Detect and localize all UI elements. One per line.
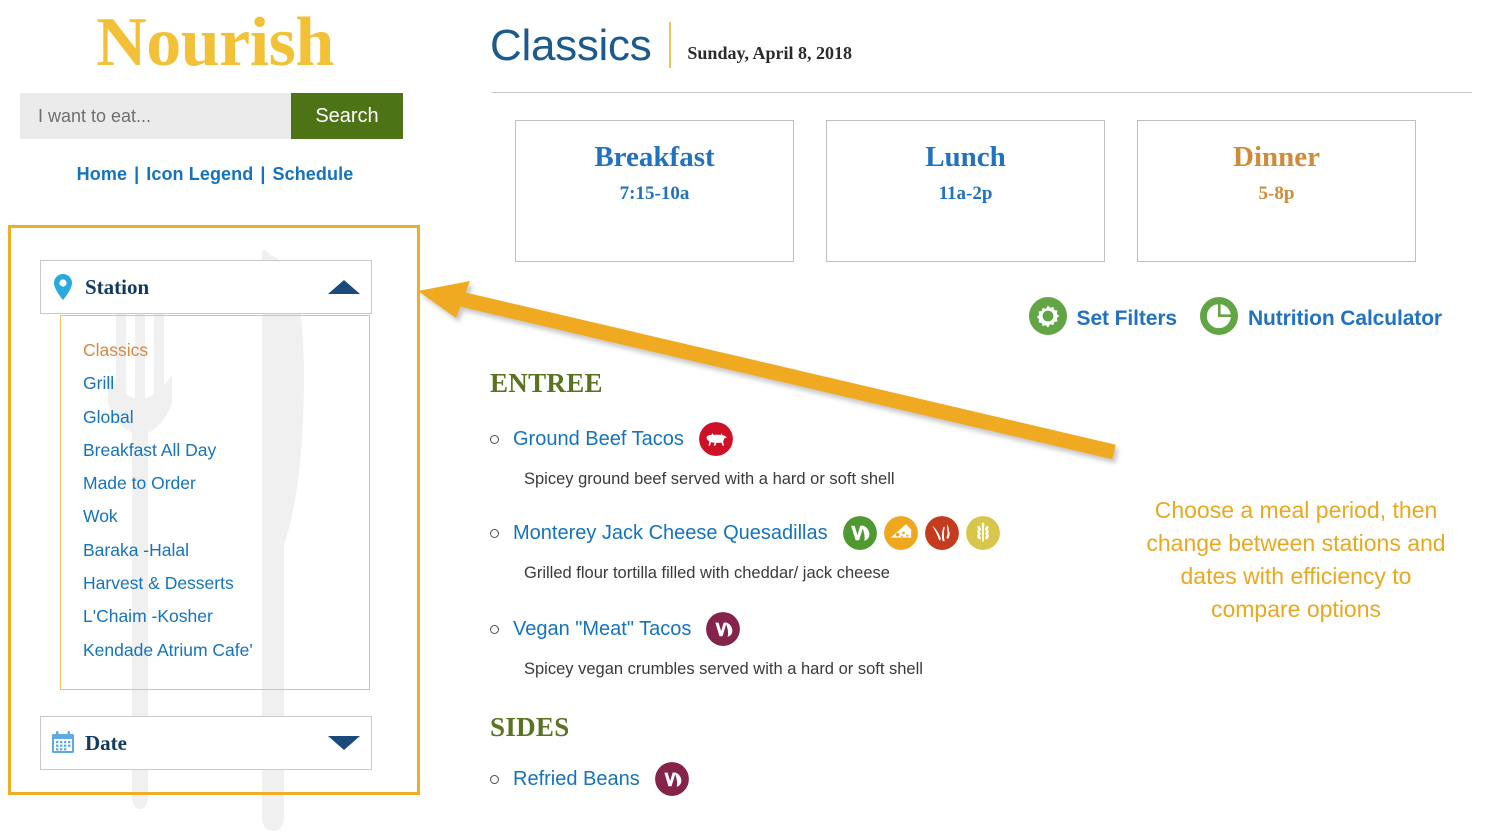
nutrition-calculator-label: Nutrition Calculator	[1247, 306, 1442, 330]
meal-name: Lunch	[925, 141, 1006, 173]
search-button[interactable]: Search	[291, 93, 403, 139]
list-bullet-icon	[490, 528, 499, 538]
diet-icon-group	[842, 516, 1000, 550]
nav-links: Home | Icon Legend | Schedule	[0, 164, 430, 185]
station-options-list: Classics Grill Global Breakfast All Day …	[60, 315, 370, 690]
station-option-breakfast-all-day[interactable]: Breakfast All Day	[83, 434, 369, 467]
page-date: Sunday, April 8, 2018	[687, 43, 852, 63]
date-dropdown-header[interactable]: Date	[40, 716, 372, 770]
page-header: Classics Sunday, April 8, 2018	[490, 22, 852, 68]
meal-card-breakfast[interactable]: Breakfast 7:15-10a	[515, 120, 794, 262]
meal-name: Breakfast	[594, 141, 715, 173]
menu-item-name[interactable]: Ground Beef Tacos	[513, 428, 684, 451]
nav-link-home[interactable]: Home	[77, 164, 127, 184]
nav-link-icon-legend[interactable]: Icon Legend	[146, 164, 253, 184]
meal-time: 5-8p	[1258, 183, 1295, 205]
sidebar: Nourish Search Home | Icon Legend | Schedule	[0, 0, 430, 837]
date-dropdown-label: Date	[85, 730, 127, 755]
menu-item-refried-beans: Refried Beans	[490, 762, 689, 796]
pie-chart-icon	[1199, 296, 1239, 341]
calendar-icon	[41, 731, 85, 755]
vegetarian-icon[interactable]	[842, 516, 877, 550]
menu-item-vegan-meat-tacos: Vegan "Meat" Tacos Spicey vegan crumbles…	[490, 612, 923, 679]
section-heading-sides: SIDES	[490, 712, 570, 742]
station-option-baraka-halal[interactable]: Baraka -Halal	[83, 534, 369, 567]
station-option-global[interactable]: Global	[83, 401, 369, 434]
station-dropdown-label: Station	[85, 274, 150, 299]
station-dropdown-header[interactable]: Station	[40, 260, 372, 314]
menu-item-description: Grilled flour tortilla filled with chedd…	[524, 564, 890, 582]
diet-icon-group	[706, 612, 741, 646]
caret-up-icon[interactable]	[317, 278, 371, 296]
nav-link-schedule[interactable]: Schedule	[272, 164, 353, 184]
menu-item-name[interactable]: Refried Beans	[513, 768, 640, 791]
dairy-icon[interactable]	[883, 516, 918, 550]
meal-time: 7:15-10a	[619, 183, 690, 205]
station-option-grill[interactable]: Grill	[83, 367, 369, 400]
title-divider	[669, 22, 672, 68]
list-bullet-icon	[490, 774, 499, 784]
nav-separator-2: |	[260, 164, 266, 184]
gluten-alert-icon[interactable]	[924, 516, 959, 550]
menu-item-monterey-jack-cheese-quesadillas: Monterey Jack Cheese Quesadillas Grilled…	[490, 516, 1000, 583]
meal-card-dinner[interactable]: Dinner 5-8p	[1137, 120, 1416, 262]
menu-item-ground-beef-tacos: Ground Beef Tacos Spicey ground beef ser…	[490, 422, 895, 489]
search-bar: Search	[20, 93, 403, 139]
meal-name: Dinner	[1233, 141, 1320, 173]
diet-icon-group	[654, 762, 689, 796]
nutrition-calculator-button[interactable]: Nutrition Calculator	[1199, 296, 1442, 341]
search-input[interactable]	[20, 93, 291, 139]
meal-card-lunch[interactable]: Lunch 11a-2p	[826, 120, 1105, 262]
beef-icon[interactable]	[698, 422, 733, 456]
menu-item-name[interactable]: Monterey Jack Cheese Quesadillas	[513, 522, 828, 545]
set-filters-button[interactable]: Set Filters	[1028, 296, 1177, 341]
station-option-classics[interactable]: Classics	[83, 334, 369, 367]
header-divider	[492, 92, 1472, 93]
menu-item-description: Spicey ground beef served with a hard or…	[524, 470, 895, 488]
diet-icon-group	[698, 422, 733, 456]
station-option-wok[interactable]: Wok	[83, 500, 369, 533]
brand-title: Nourish	[96, 4, 334, 81]
menu-item-description: Spicey vegan crumbles served with a hard…	[524, 660, 923, 678]
tools-row: Set Filters Nutrition Calculator	[1028, 296, 1442, 341]
wheat-icon[interactable]	[965, 516, 1000, 550]
station-option-harvest-desserts[interactable]: Harvest & Desserts	[83, 567, 369, 600]
station-option-lchaim-kosher[interactable]: L'Chaim -Kosher	[83, 600, 369, 633]
page-title: Classics	[490, 21, 652, 70]
main-content: Classics Sunday, April 8, 2018 Breakfast…	[490, 0, 1488, 837]
meal-period-cards: Breakfast 7:15-10a Lunch 11a-2p Dinner 5…	[515, 120, 1416, 262]
vegan-icon[interactable]	[706, 612, 741, 646]
list-bullet-icon	[490, 434, 499, 444]
caret-down-icon[interactable]	[317, 734, 371, 752]
nav-separator-1: |	[134, 164, 140, 184]
annotation-text: Choose a meal period, then change betwee…	[1146, 497, 1446, 622]
map-pin-icon	[41, 274, 85, 300]
gear-icon	[1028, 296, 1068, 341]
section-heading-entree: ENTREE	[490, 368, 603, 398]
menu-item-name[interactable]: Vegan "Meat" Tacos	[513, 618, 691, 641]
vegan-icon[interactable]	[654, 762, 689, 796]
station-option-kendade-atrium-cafe[interactable]: Kendade Atrium Cafe'	[83, 634, 369, 667]
meal-time: 11a-2p	[938, 183, 993, 205]
station-option-made-to-order[interactable]: Made to Order	[83, 467, 369, 500]
set-filters-label: Set Filters	[1076, 306, 1178, 330]
list-bullet-icon	[490, 624, 499, 634]
